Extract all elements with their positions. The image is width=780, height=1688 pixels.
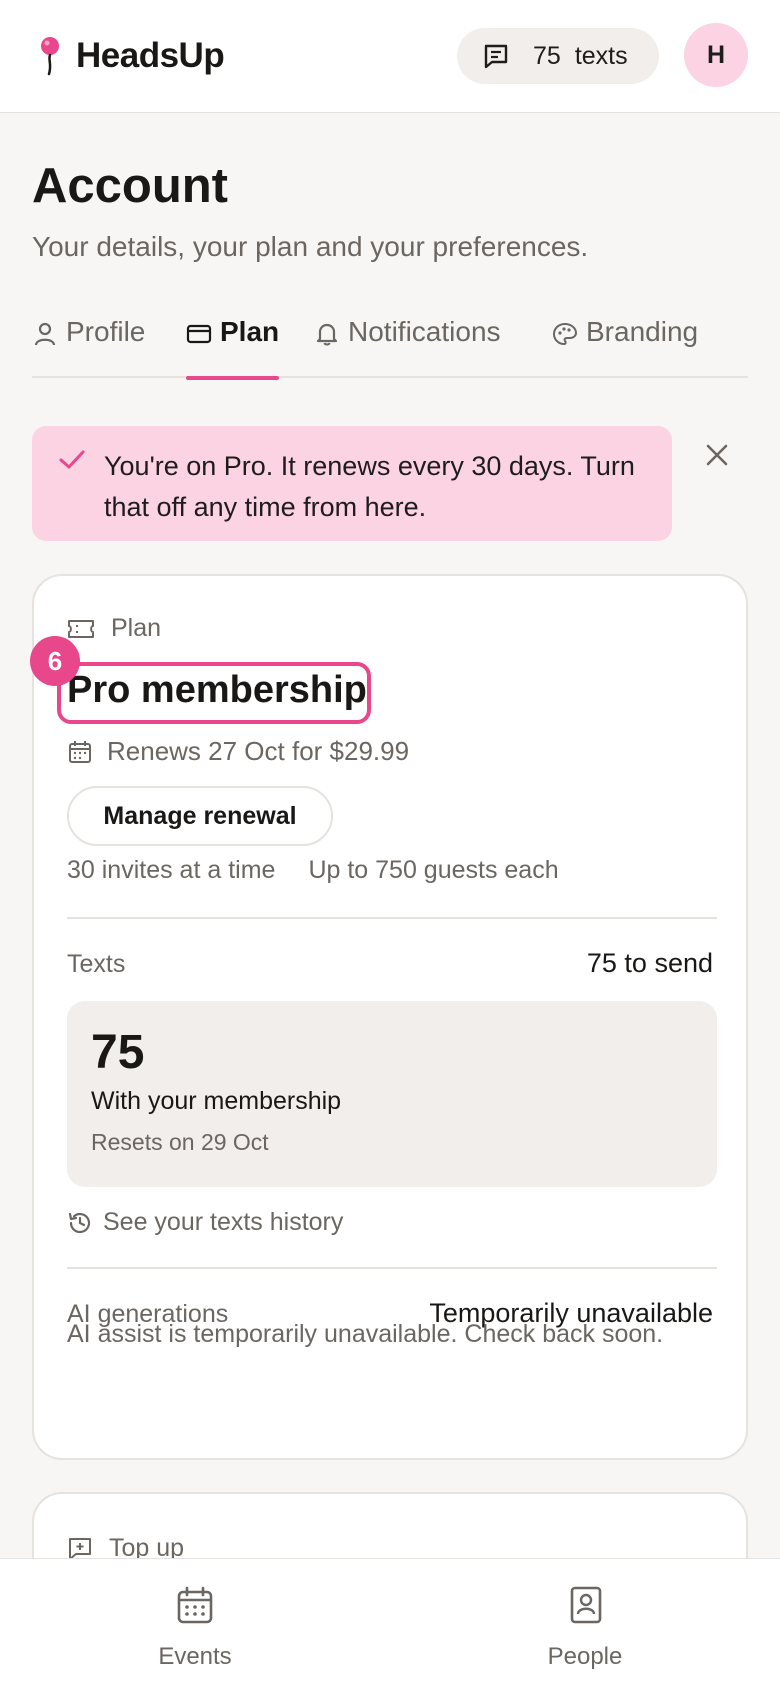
plan-card-label: Plan [67,614,161,643]
tab-branding[interactable]: Branding [552,316,698,378]
plan-name: Pro membership [67,669,367,711]
texts-history-link[interactable]: See your texts history [67,1208,343,1237]
texts-history-label: See your texts history [103,1208,344,1236]
tab-more-partial[interactable] [742,316,748,378]
nav-events-label: Events [158,1643,232,1670]
texts-count: 75 [533,41,561,70]
tab-plan[interactable]: Plan [186,316,280,380]
texts-row-label: Texts [67,950,126,978]
account-tabs: Profile Plan Notifications Branding [32,316,748,380]
nav-people[interactable]: People [485,1585,685,1671]
tab-branding-label: Branding [586,316,699,347]
pro-status-banner: You're on Pro. It renews every 30 days. … [32,426,672,541]
page-title: Account [32,159,228,213]
invites-limit: 30 invites at a time [67,856,276,884]
tab-profile-label: Profile [66,316,146,347]
calendar-icon [177,1586,213,1624]
plan-label-text: Plan [111,614,162,642]
plan-card: Plan Pro membership 6 Renews 27 Oct for … [30,574,748,1460]
plan-limits: 30 invites at a time Up to 750 guests ea… [67,856,559,885]
bell-icon [316,323,338,346]
texts-allowance-count: 75 [91,1026,145,1079]
ticket-icon [68,619,94,638]
step-badge: 6 [30,636,80,686]
divider [67,917,717,919]
bottom-nav: Events People [0,1558,780,1688]
page-subtitle: Your details, your plan and your prefere… [32,231,589,262]
manage-renewal-button[interactable]: Manage renewal [67,786,333,846]
palette-icon [552,322,578,346]
texts-reset-date: Resets on 29 Oct [91,1129,269,1155]
calendar-icon [69,740,91,763]
brand-logo[interactable]: HeadsUp [38,36,225,76]
tab-plan-label: Plan [220,316,280,347]
renewal-info: Renews 27 Oct for $29.99 [67,736,409,767]
tab-notifications[interactable]: Notifications [314,316,501,378]
check-icon [59,450,85,469]
person-icon [34,322,56,346]
renewal-text: Renews 27 Oct for $29.99 [107,736,410,766]
texts-label: texts [574,41,628,70]
balloon-logo-icon [41,37,59,76]
contacts-book-icon [570,1586,602,1624]
message-icon [484,44,508,69]
guests-limit: Up to 750 guests each [308,856,559,884]
nav-events[interactable]: Events [95,1585,295,1671]
texts-allowance-box: 75 With your membership Resets on 29 Oct [67,1001,717,1187]
brand-name: HeadsUp [76,36,225,75]
close-icon[interactable] [702,440,732,470]
app-header: HeadsUp 75 texts H [0,0,780,113]
tab-profile[interactable]: Profile [32,316,145,378]
ai-note: AI assist is temporarily unavailable. Ch… [67,1320,664,1348]
texts-allowance-source: With your membership [91,1087,342,1115]
tab-notifications-label: Notifications [348,316,501,347]
card-icon [186,324,212,344]
texts-balance-pill[interactable]: 75 texts [457,28,659,84]
divider [67,1267,717,1269]
nav-people-label: People [547,1643,623,1670]
banner-message: You're on Pro. It renews every 30 days. … [104,451,635,522]
history-icon [68,1212,91,1233]
texts-row-value: 75 to send [586,948,713,978]
avatar[interactable]: H [684,23,748,87]
